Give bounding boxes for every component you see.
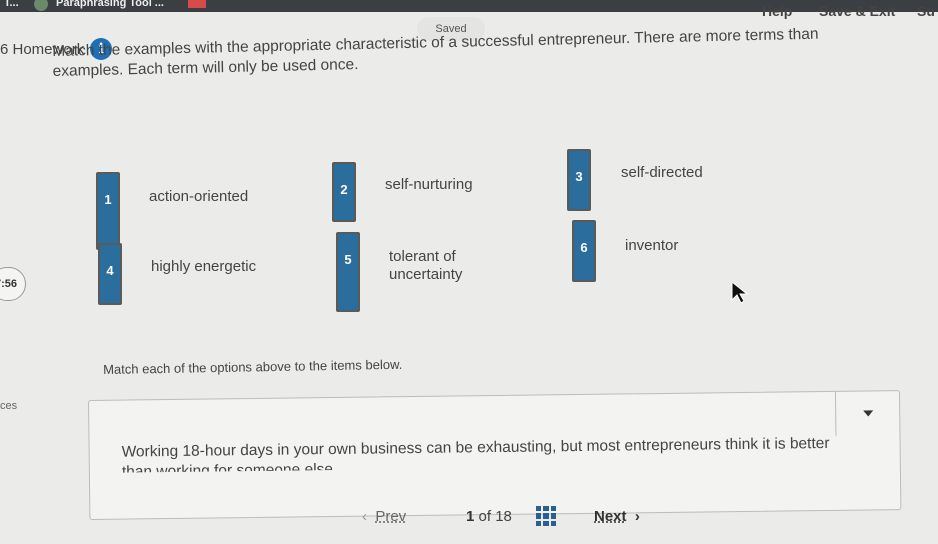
tab-indicator-icon [188, 0, 206, 8]
save-exit-button[interactable]: Save & Exit [819, 3, 895, 19]
page-of: of [478, 508, 492, 525]
term-badge-2[interactable]: 2 [332, 162, 356, 222]
next-label: Next [594, 508, 627, 525]
prev-button[interactable]: ‹ Prev [362, 508, 406, 525]
term-label-2: self-nurturing [385, 176, 473, 193]
caret-down-icon [862, 410, 873, 417]
tab-favicon-icon [34, 0, 48, 11]
browser-tab[interactable]: T... [4, 0, 19, 9]
term-label-3: self-directed [621, 164, 703, 181]
answer-item-text: Working 18-hour days in your own busines… [121, 434, 830, 473]
term-label-5: tolerant of uncertainty [389, 248, 463, 283]
question-instructions: Match the examples with the appropriate … [52, 25, 819, 80]
term-badge-3[interactable]: 3 [567, 149, 591, 211]
grid-icon[interactable] [536, 506, 556, 526]
chevron-right-icon: › [630, 508, 640, 525]
dropdown-button[interactable] [834, 391, 900, 436]
next-button[interactable]: Next › [594, 508, 640, 525]
browser-tab-bar: T... Paraphrasing Tool ... [0, 0, 938, 12]
page-total: 18 [495, 508, 512, 525]
page-indicator: 1 of 18 [466, 508, 512, 525]
term-label-6: inventor [625, 237, 679, 254]
term-badge-1[interactable]: 1 [96, 172, 120, 250]
prev-label: Prev [375, 508, 407, 525]
side-label: ces [0, 400, 18, 412]
help-button[interactable]: Help [762, 3, 792, 19]
chevron-left-icon: ‹ [362, 508, 376, 525]
page-current: 1 [466, 508, 475, 525]
term-badge-5[interactable]: 5 [336, 232, 360, 312]
term-badge-6[interactable]: 6 [572, 220, 596, 282]
match-hint: Match each of the options above to the i… [103, 356, 403, 377]
answer-dropzone[interactable]: Working 18-hour days in your own busines… [88, 390, 902, 520]
timer-badge: 7:56 [0, 267, 26, 301]
term-label-4: highly energetic [151, 258, 257, 275]
term-badge-4[interactable]: 4 [98, 243, 122, 305]
submit-button[interactable]: Su [917, 3, 935, 19]
term-label-1: action-oriented [149, 188, 249, 205]
mouse-cursor-icon [731, 281, 749, 304]
browser-tab[interactable]: Paraphrasing Tool ... [56, 0, 164, 9]
